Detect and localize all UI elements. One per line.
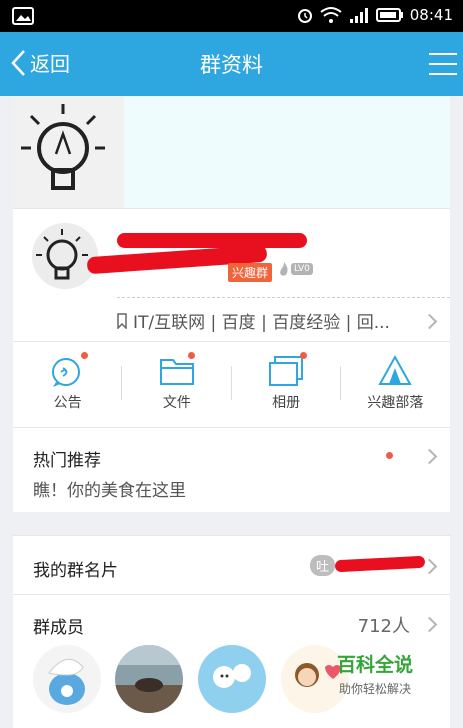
flame-icon — [280, 262, 288, 276]
my-group-card-row[interactable]: 我的群名片 吐 — [13, 535, 450, 594]
group-avatar[interactable] — [32, 223, 98, 289]
hot-recommend-title: 热门推荐 — [33, 451, 101, 471]
lightbulb-cover-image — [13, 96, 124, 208]
album-icon — [269, 356, 304, 386]
signal-icon — [349, 8, 368, 23]
notification-dot — [386, 452, 393, 459]
clock-text: 08:41 — [409, 6, 453, 24]
interest-tribe-label: 兴趣部落 — [367, 395, 424, 411]
battery-icon — [375, 8, 403, 22]
watermark-subtitle: 助你轻松解决 — [338, 682, 411, 696]
action-bar: 公告 文件 相册 兴趣部落 — [13, 341, 450, 427]
menu-icon[interactable] — [429, 52, 457, 76]
group-tags-text: IT/互联网 | 百度 | 百度经验 | 回... — [133, 313, 390, 333]
announcement-icon — [51, 358, 80, 387]
alarm-icon — [297, 9, 312, 23]
notification-dot — [81, 352, 88, 359]
lightbulb-avatar-image — [32, 223, 98, 289]
photo-avatar-image — [115, 645, 183, 713]
group-tags[interactable]: IT/互联网 | 百度 | 百度经验 | 回... — [117, 308, 390, 333]
chevron-right-icon — [421, 313, 438, 330]
album-label: 相册 — [272, 395, 301, 411]
hot-recommend-row[interactable]: 热门推荐 瞧！你的美食在这里 — [13, 427, 450, 512]
wifi-icon — [320, 7, 342, 23]
files-label: 文件 — [162, 395, 191, 411]
announcement-label: 公告 — [53, 395, 82, 411]
level-badge: LV0 — [291, 263, 313, 275]
status-bar: 08:41 — [0, 0, 463, 32]
dashed-divider — [117, 297, 450, 298]
member-avatar[interactable] — [115, 645, 183, 713]
smurf-avatar-image — [33, 645, 101, 713]
notification-dot — [299, 352, 307, 359]
member-avatar[interactable] — [198, 645, 266, 713]
bookmark-icon — [117, 312, 127, 329]
chevron-right-icon — [421, 616, 438, 633]
member-avatar[interactable] — [33, 645, 101, 713]
group-info-panel: 兴趣群 LV0 IT/互联网 | 百度 | 百度经验 | 回... — [13, 208, 450, 342]
chevron-right-icon — [421, 448, 438, 465]
files-button[interactable]: 文件 — [122, 342, 232, 427]
redacted-card-name — [334, 555, 426, 573]
folder-icon — [159, 359, 194, 385]
interest-group-badge: 兴趣群 — [228, 263, 273, 282]
group-card-name: 吐 — [310, 555, 336, 576]
hot-recommend-subtitle: 瞧！你的美食在这里 — [33, 481, 186, 501]
member-count: 712人 — [357, 616, 410, 637]
group-cover[interactable] — [13, 96, 450, 208]
tent-icon — [378, 354, 413, 385]
announcement-button[interactable]: 公告 — [13, 342, 123, 427]
page-title: 群资料 — [200, 53, 263, 77]
redacted-group-name — [117, 233, 307, 248]
album-button[interactable]: 相册 — [232, 342, 341, 427]
gallery-icon — [12, 7, 34, 25]
cartoon-avatar-image — [198, 645, 266, 713]
group-level: LV0 — [279, 261, 313, 277]
watermark: 百科全说 助你轻松解决 — [323, 644, 427, 704]
interest-tribe-button[interactable]: 兴趣部落 — [341, 342, 450, 427]
title-bar: 返回 群资料 — [0, 32, 463, 96]
my-group-card-title: 我的群名片 — [33, 561, 118, 581]
group-members-title: 群成员 — [33, 618, 84, 638]
watermark-title: 百科全说 — [336, 654, 413, 676]
